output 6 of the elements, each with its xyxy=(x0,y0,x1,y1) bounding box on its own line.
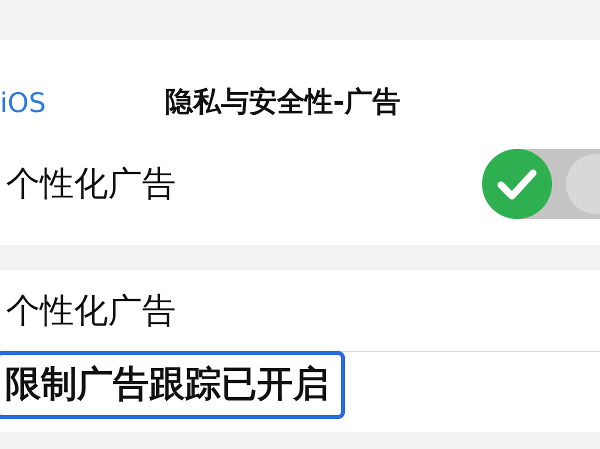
setting-label: 个性化广告 xyxy=(6,167,176,201)
back-link[interactable]: iOS xyxy=(0,90,46,117)
setting-label: 个性化广告 xyxy=(6,294,176,328)
page-title: 隐私与安全性-广告 xyxy=(165,88,401,116)
toggle-switch[interactable] xyxy=(484,149,600,219)
highlighted-note: 限制广告跟踪已开启 xyxy=(0,351,345,419)
